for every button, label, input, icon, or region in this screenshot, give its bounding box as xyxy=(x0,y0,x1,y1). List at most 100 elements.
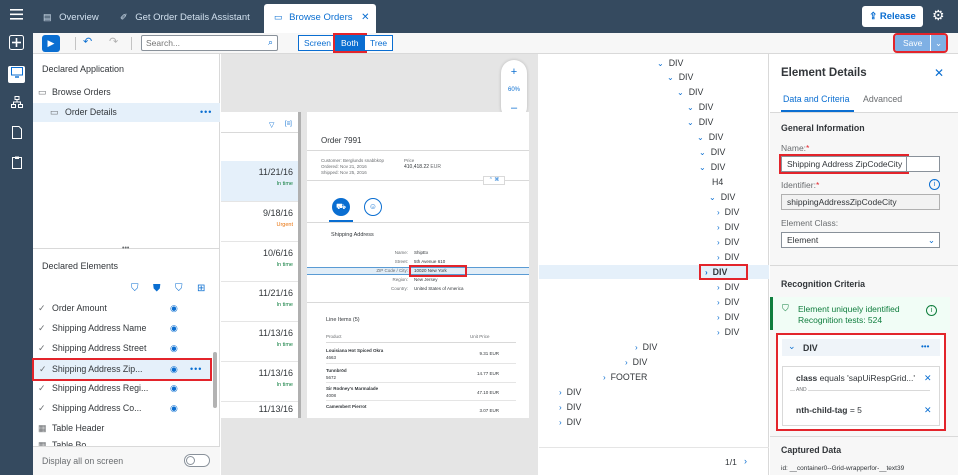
tree-node[interactable]: › DIV xyxy=(717,237,739,247)
tree-node[interactable]: › DIV xyxy=(625,357,647,367)
chevron-down-icon[interactable]: ⌄ xyxy=(687,103,694,112)
tree-node[interactable]: ⌄ DIV xyxy=(699,147,725,157)
chevron-down-icon[interactable]: ⌄ xyxy=(687,118,694,127)
element-item-selected[interactable]: ✓ Shipping Address Zip... ◉ ••• xyxy=(32,358,212,381)
save-button[interactable]: Save ⌄ xyxy=(893,33,948,53)
menu-icon[interactable] xyxy=(8,8,25,25)
remove-criterion-icon[interactable]: ✕ xyxy=(924,405,932,416)
chevron-right-icon[interactable]: › xyxy=(717,328,720,337)
chevron-right-icon[interactable]: › xyxy=(559,418,562,427)
chevron-right-icon[interactable]: › xyxy=(559,388,562,397)
tree-node[interactable]: ⌄ DIV xyxy=(667,72,693,82)
eye-icon[interactable]: ◉ xyxy=(170,399,178,418)
play-button[interactable]: ▶ xyxy=(42,35,60,52)
eye-icon[interactable]: ◉ xyxy=(170,299,178,318)
add-icon[interactable] xyxy=(8,35,25,52)
eye-icon[interactable]: ◉ xyxy=(170,379,178,398)
chevron-down-icon[interactable]: ⌄ xyxy=(699,163,706,172)
element-item[interactable]: ✓ Shipping Address Street ◉ xyxy=(33,339,220,358)
chevron-down-icon[interactable]: ⌄ xyxy=(677,88,684,97)
tree-node[interactable]: › DIV xyxy=(717,312,739,322)
close-tab-icon[interactable]: ✕ xyxy=(361,12,369,23)
shield-icon[interactable]: ⛊ xyxy=(153,283,161,294)
add-element-icon[interactable]: ⊞ xyxy=(197,283,205,294)
tree-node[interactable]: › DIV xyxy=(717,327,739,337)
eye-icon[interactable]: ◉ xyxy=(170,360,178,379)
gear-icon[interactable]: ⚙ xyxy=(932,7,945,24)
chevron-right-icon[interactable]: › xyxy=(717,253,720,262)
view-screen-button[interactable]: Screen xyxy=(298,35,337,51)
chevron-right-icon[interactable]: › xyxy=(603,373,606,382)
chevron-down-icon[interactable]: ⌄ xyxy=(667,73,674,82)
info-icon[interactable]: i xyxy=(929,179,940,190)
more-icon[interactable]: ••• xyxy=(190,360,202,379)
tree-node[interactable]: ⌄ DIV xyxy=(709,192,735,202)
more-icon[interactable]: ••• xyxy=(921,342,929,351)
tree-node[interactable]: › DIV xyxy=(559,417,581,427)
criteria-node-header[interactable]: ⌄ DIV ••• xyxy=(782,339,940,356)
tree-node[interactable]: ⌄ DIV xyxy=(697,132,723,142)
filter-icon[interactable]: ▽ xyxy=(269,121,274,129)
tree-node[interactable]: › DIV xyxy=(635,342,657,352)
chevron-right-icon[interactable]: › xyxy=(635,343,638,352)
search-input[interactable] xyxy=(142,36,252,50)
element-class-select[interactable]: Element ⌄ xyxy=(781,232,940,248)
tree-node[interactable]: › DIV xyxy=(717,282,739,292)
chevron-right-icon[interactable]: › xyxy=(625,358,628,367)
chevron-right-icon[interactable]: › xyxy=(717,208,720,217)
name-field-rest[interactable] xyxy=(907,156,940,172)
tree-node[interactable]: H4 xyxy=(712,177,723,187)
chevron-down-icon[interactable]: ⌄ xyxy=(657,59,664,68)
chevron-down-icon[interactable]: ⌄ xyxy=(928,233,935,247)
list-item[interactable]: 11/13/16 In time xyxy=(221,361,299,401)
tree-node[interactable]: ⌄ DIV xyxy=(687,102,713,112)
list-item[interactable]: 10/6/16 In time xyxy=(221,241,299,281)
chevron-right-icon[interactable]: › xyxy=(705,268,708,277)
customer-tab-icon[interactable]: ☺ xyxy=(364,198,382,216)
element-item[interactable]: ✓ Order Amount ◉ xyxy=(33,299,220,318)
tree-node[interactable]: ⌄ DIV xyxy=(687,117,713,127)
identifier-field[interactable]: shippingAddressZipCodeCity xyxy=(781,194,940,210)
tree-item-browse-orders[interactable]: ▭ Browse Orders xyxy=(33,83,220,102)
element-item[interactable]: ✓ Shipping Address Co... ◉ xyxy=(33,399,220,418)
tree-node[interactable]: › DIV xyxy=(717,297,739,307)
zoom-in-icon[interactable]: + xyxy=(501,66,527,78)
grip-icon[interactable]: ••• xyxy=(122,245,129,252)
list-item[interactable]: 11/13/16 In time xyxy=(221,321,299,361)
tab-browse-orders[interactable]: ▭ Browse Orders ✕ xyxy=(264,4,376,33)
tree-node[interactable]: › DIV xyxy=(717,222,739,232)
chevron-down-icon[interactable]: ⌄ xyxy=(709,193,716,202)
chevron-right-icon[interactable]: › xyxy=(717,238,720,247)
list-item[interactable]: 9/18/16 Urgent xyxy=(221,201,299,241)
next-page-icon[interactable]: › xyxy=(744,456,747,466)
shield-outline-icon[interactable]: ⛉ xyxy=(175,283,183,294)
hierarchy-icon[interactable] xyxy=(8,96,25,113)
list-item[interactable]: 11/13/16 xyxy=(221,401,299,418)
chevron-down-icon[interactable]: ⌄ xyxy=(788,341,796,352)
chevron-right-icon[interactable]: › xyxy=(717,283,720,292)
list-item[interactable]: 11/21/16 In time xyxy=(221,281,299,321)
view-tree-button[interactable]: Tree xyxy=(364,35,394,51)
tree-node[interactable]: › DIV xyxy=(717,252,739,262)
tree-item-order-details[interactable]: ▭ Order Details ••• xyxy=(33,103,220,122)
tree-node[interactable]: › DIV xyxy=(559,402,581,412)
search-field[interactable]: ⌕ xyxy=(141,35,278,51)
redo-icon[interactable]: ↷ xyxy=(109,35,118,48)
search-icon[interactable]: ⌕ xyxy=(268,37,273,48)
shipping-tab-icon[interactable]: ⛟ xyxy=(332,198,350,216)
element-item[interactable]: ✓ Shipping Address Regi... ◉ xyxy=(33,379,220,398)
undo-icon[interactable]: ↶ xyxy=(83,35,92,48)
document-icon[interactable] xyxy=(8,126,25,143)
name-field[interactable]: Shipping Address ZipCodeCity xyxy=(779,154,909,174)
chevron-down-icon[interactable]: ⌄ xyxy=(930,35,946,51)
zip-city-value[interactable]: 10020 New York xyxy=(409,265,467,277)
tree-node[interactable]: ⌄ DIV xyxy=(677,87,703,97)
scrollbar[interactable] xyxy=(298,112,301,418)
group-icon[interactable]: [≡] xyxy=(285,121,292,127)
filter-icon[interactable]: ⛉ xyxy=(131,283,139,294)
clipboard-icon[interactable] xyxy=(8,156,25,173)
eye-icon[interactable]: ◉ xyxy=(170,339,178,358)
tab-assistant[interactable]: ✐ Get Order Details Assistant xyxy=(110,4,260,33)
more-icon[interactable]: ••• xyxy=(200,103,212,122)
tab-data-criteria[interactable]: Data and Criteria xyxy=(783,94,850,104)
